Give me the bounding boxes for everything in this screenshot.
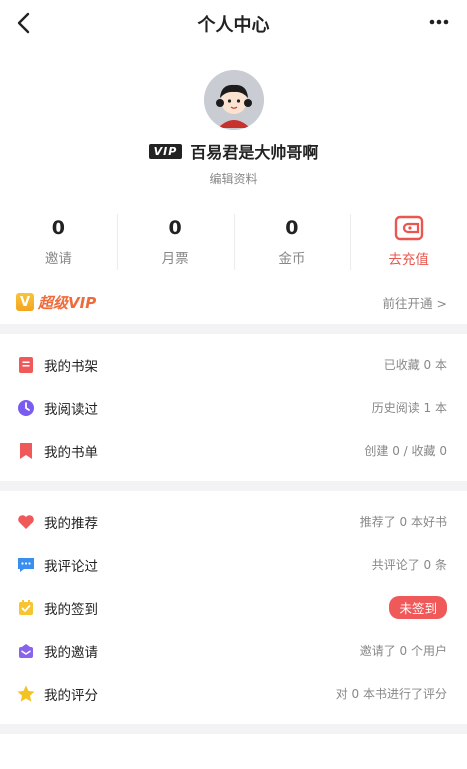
username: 百易君是大帅哥啊 bbox=[190, 143, 319, 162]
stats-row: 0 邀请 0 月票 0 金币 去充值 bbox=[0, 210, 467, 276]
menu-item-value: 创建 0 / 收藏 0 bbox=[364, 444, 447, 458]
stat-invite[interactable]: 0 邀请 bbox=[0, 210, 117, 276]
menu-item-value: 历史阅读 1 本 bbox=[371, 401, 447, 415]
more-icon[interactable] bbox=[427, 12, 451, 32]
header: 个人中心 bbox=[0, 0, 467, 48]
menu-item-recommend[interactable]: 我的推荐 推荐了 0 本好书 bbox=[0, 500, 467, 543]
menu-item-label: 我阅读过 bbox=[44, 401, 98, 418]
menu-item-read-history[interactable]: 我阅读过 历史阅读 1 本 bbox=[0, 386, 467, 429]
menu-item-booklist[interactable]: 我的书单 创建 0 / 收藏 0 bbox=[0, 429, 467, 472]
vip-crown-icon: V bbox=[16, 293, 34, 311]
section-divider bbox=[0, 481, 467, 491]
name-row: VIP 百易君是大帅哥啊 bbox=[0, 140, 467, 162]
stat-monthly-ticket[interactable]: 0 月票 bbox=[116, 210, 234, 276]
menu-group-reading: 我的书架 已收藏 0 本 我阅读过 历史阅读 1 本 我的书单 创建 0 / 收… bbox=[0, 334, 467, 481]
stat-value: 0 bbox=[51, 217, 65, 239]
menu-group-activity: 我的推荐 推荐了 0 本好书 我评论过 共评论了 0 条 我的签到 未签到 我的… bbox=[0, 491, 467, 724]
stat-coins[interactable]: 0 金币 bbox=[233, 210, 351, 276]
super-vip-label: 超级VIP bbox=[38, 293, 97, 312]
heart-icon bbox=[18, 514, 34, 529]
clock-icon bbox=[18, 399, 34, 416]
stat-value: 0 bbox=[285, 217, 299, 239]
section-divider bbox=[0, 324, 467, 334]
avatar-image bbox=[203, 70, 264, 130]
avatar[interactable] bbox=[203, 70, 264, 130]
edit-profile-link[interactable]: 编辑资料 bbox=[0, 170, 467, 187]
bookmark-icon bbox=[20, 442, 32, 459]
super-vip-banner[interactable]: V 超级VIP 前往开通 > bbox=[0, 280, 467, 324]
recharge-label: 去充值 bbox=[388, 252, 429, 268]
invite-icon bbox=[19, 643, 33, 658]
menu-item-value: 推荐了 0 本好书 bbox=[359, 515, 447, 529]
menu-item-checkin[interactable]: 我的签到 未签到 bbox=[0, 586, 467, 629]
menu-item-value: 共评论了 0 条 bbox=[371, 558, 447, 572]
menu-item-label: 我的评分 bbox=[44, 687, 98, 704]
checkin-status-badge[interactable]: 未签到 bbox=[389, 596, 447, 619]
menu-item-comments[interactable]: 我评论过 共评论了 0 条 bbox=[0, 543, 467, 586]
stat-label: 月票 bbox=[161, 251, 189, 267]
menu-item-label: 我的推荐 bbox=[44, 515, 98, 532]
menu-item-bookshelf[interactable]: 我的书架 已收藏 0 本 bbox=[0, 343, 467, 386]
vip-badge: VIP bbox=[148, 143, 183, 159]
menu-item-label: 我的邀请 bbox=[44, 644, 98, 661]
comment-icon bbox=[18, 557, 34, 572]
menu-item-invites[interactable]: 我的邀请 邀请了 0 个用户 bbox=[0, 629, 467, 672]
menu-item-label: 我的书单 bbox=[44, 444, 98, 461]
stat-label: 金币 bbox=[278, 251, 306, 267]
profile-section: VIP 百易君是大帅哥啊 编辑资料 bbox=[0, 70, 467, 187]
stat-value: 0 bbox=[168, 217, 182, 239]
menu-item-label: 我的签到 bbox=[44, 601, 98, 618]
checkin-icon bbox=[19, 599, 33, 615]
menu-item-label: 我评论过 bbox=[44, 558, 98, 575]
menu-item-label: 我的书架 bbox=[44, 358, 98, 375]
bookshelf-icon bbox=[19, 356, 33, 373]
menu-item-value: 已收藏 0 本 bbox=[383, 358, 447, 372]
super-vip-title: V 超级VIP bbox=[16, 292, 96, 313]
page-title: 个人中心 bbox=[197, 15, 270, 36]
star-icon bbox=[17, 685, 35, 702]
open-vip-link[interactable]: 前往开通 > bbox=[383, 293, 447, 312]
menu-item-value: 对 0 本书进行了评分 bbox=[335, 687, 447, 701]
section-divider bbox=[0, 724, 467, 734]
menu-item-value: 邀请了 0 个用户 bbox=[359, 644, 447, 658]
recharge-button[interactable]: 去充值 bbox=[350, 210, 467, 276]
stat-label: 邀请 bbox=[44, 251, 72, 267]
wallet-icon bbox=[394, 215, 423, 241]
menu-item-ratings[interactable]: 我的评分 对 0 本书进行了评分 bbox=[0, 672, 467, 715]
